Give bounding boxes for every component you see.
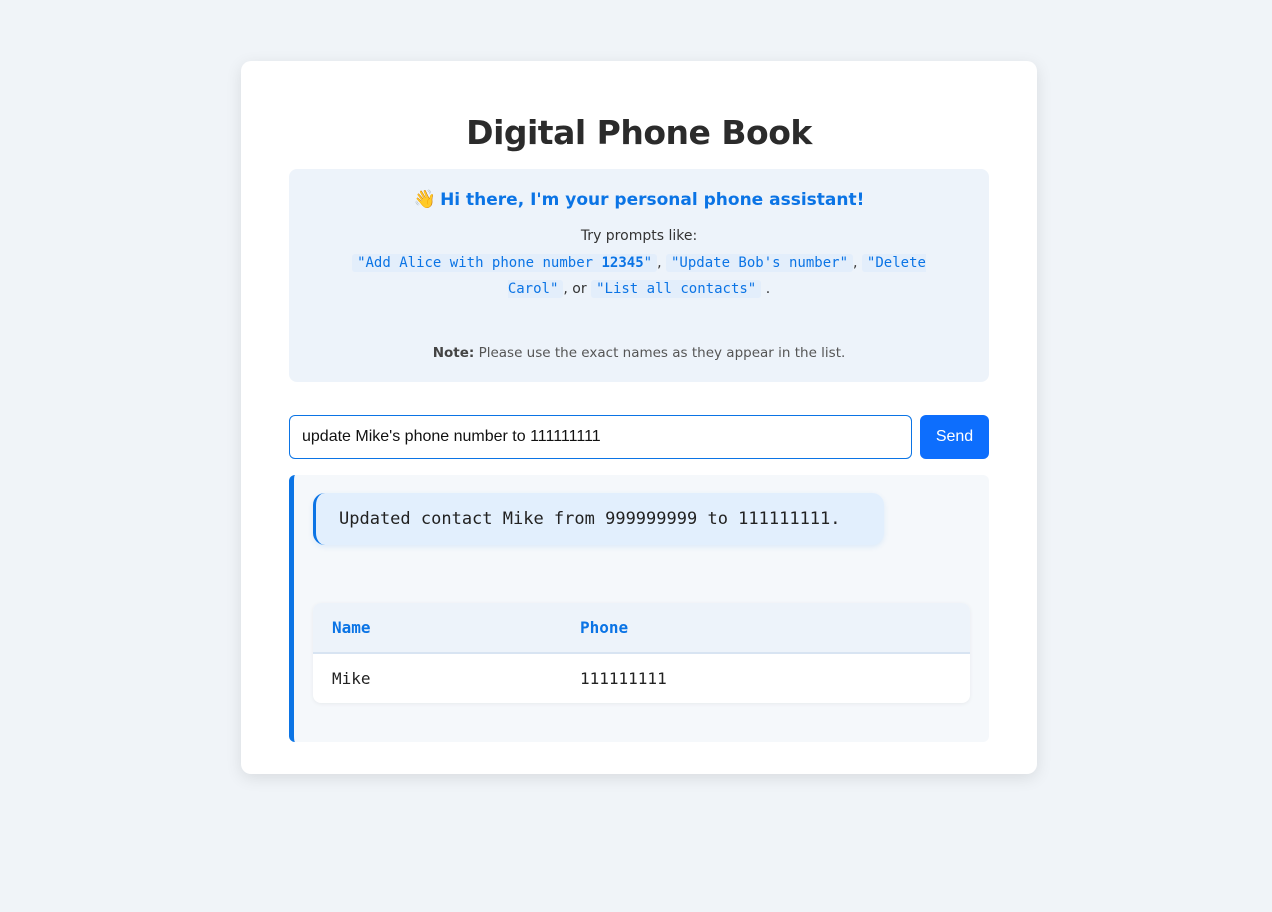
column-header-phone: Phone xyxy=(561,603,970,654)
prompt-row: Send xyxy=(289,415,989,459)
separator: , xyxy=(853,255,858,271)
example-prompt-list: "List all contacts" xyxy=(591,280,762,298)
example-prompts: "Add Alice with phone number 12345", "Up… xyxy=(319,250,959,302)
table-row: Mike 111111111 xyxy=(313,653,970,703)
waving-hand-icon: 👋 xyxy=(413,189,437,210)
page-title: Digital Phone Book xyxy=(466,113,812,152)
table-header-row: Name Phone xyxy=(313,603,970,654)
contact-phone-cell: 111111111 xyxy=(580,669,667,688)
note: Note: Please use the exact names as they… xyxy=(289,345,989,361)
response-message: Updated contact Mike from 999999999 to 1… xyxy=(313,493,884,545)
contacts-table: Name Phone Mike 111111111 xyxy=(313,603,970,703)
try-prompts-label: Try prompts like: xyxy=(580,228,698,244)
response-panel: Updated contact Mike from 999999999 to 1… xyxy=(289,475,989,742)
contact-name-cell: Mike xyxy=(332,669,371,688)
prompt-input[interactable] xyxy=(289,415,912,459)
sentence-end: . xyxy=(765,281,771,297)
column-header-name: Name xyxy=(313,603,561,654)
separator: , xyxy=(657,255,662,271)
example-prompt-update: "Update Bob's number" xyxy=(666,254,854,272)
intro-heading: 👋 Hi there, I'm your personal phone assis… xyxy=(289,189,989,210)
send-button[interactable]: Send xyxy=(920,415,989,459)
example-prompt-add: "Add Alice with phone number 12345" xyxy=(352,254,658,272)
separator: , or xyxy=(563,281,587,297)
note-text: Please use the exact names as they appea… xyxy=(478,345,846,361)
intro-heading-text: Hi there, I'm your personal phone assist… xyxy=(440,190,865,210)
intro-panel: 👋 Hi there, I'm your personal phone assis… xyxy=(289,169,989,382)
note-label: Note: xyxy=(432,345,475,361)
phone-book-card: Digital Phone Book 👋 Hi there, I'm your p… xyxy=(241,61,1037,774)
